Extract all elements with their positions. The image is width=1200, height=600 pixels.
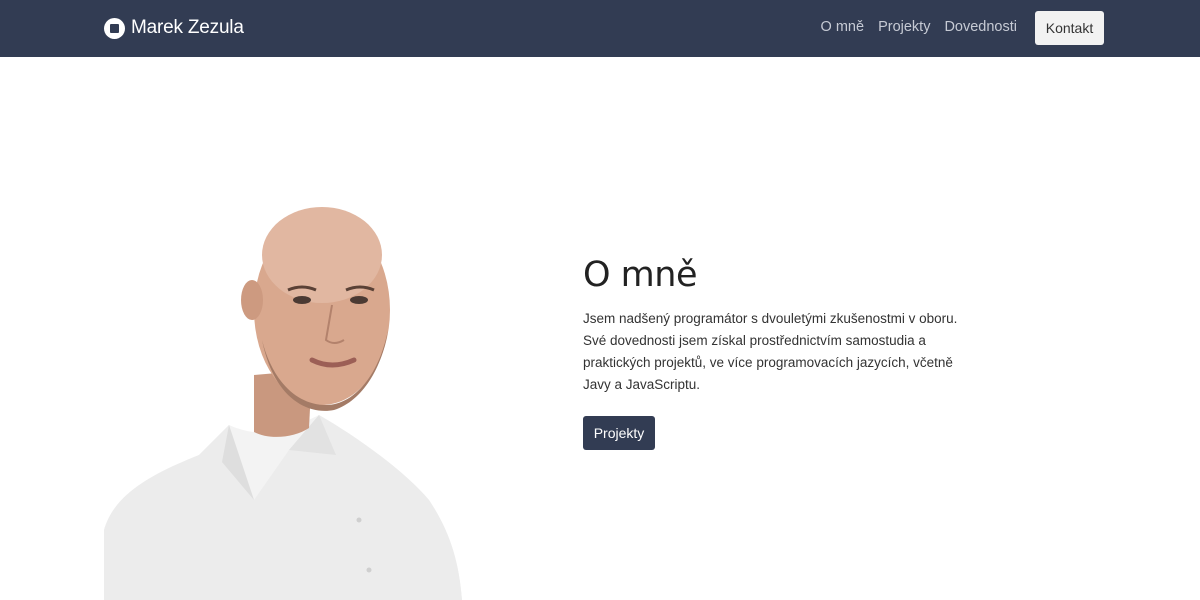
nav-link-projekty[interactable]: Projekty [878,19,930,35]
brand-name: Marek Zezula [131,17,244,38]
navbar: Marek Zezula O mně Projekty Dovednosti K… [0,0,1200,57]
contact-button[interactable]: Kontakt [1035,11,1104,45]
page-title: O mně [583,255,697,295]
nav-link-o-mne[interactable]: O mně [821,19,865,35]
logo-icon [104,17,125,39]
about-section: O mně Jsem nadšený programátor s dvoulet… [583,255,973,450]
brand-link[interactable]: Marek Zezula [104,17,244,39]
about-paragraph: Jsem nadšený programátor s dvouletými zk… [583,311,958,392]
nav-links: O mně Projekty Dovednosti [821,19,1017,35]
nav-link-dovednosti[interactable]: Dovednosti [944,19,1017,35]
projects-button[interactable]: Projekty [583,416,655,450]
portrait-photo [104,200,474,600]
